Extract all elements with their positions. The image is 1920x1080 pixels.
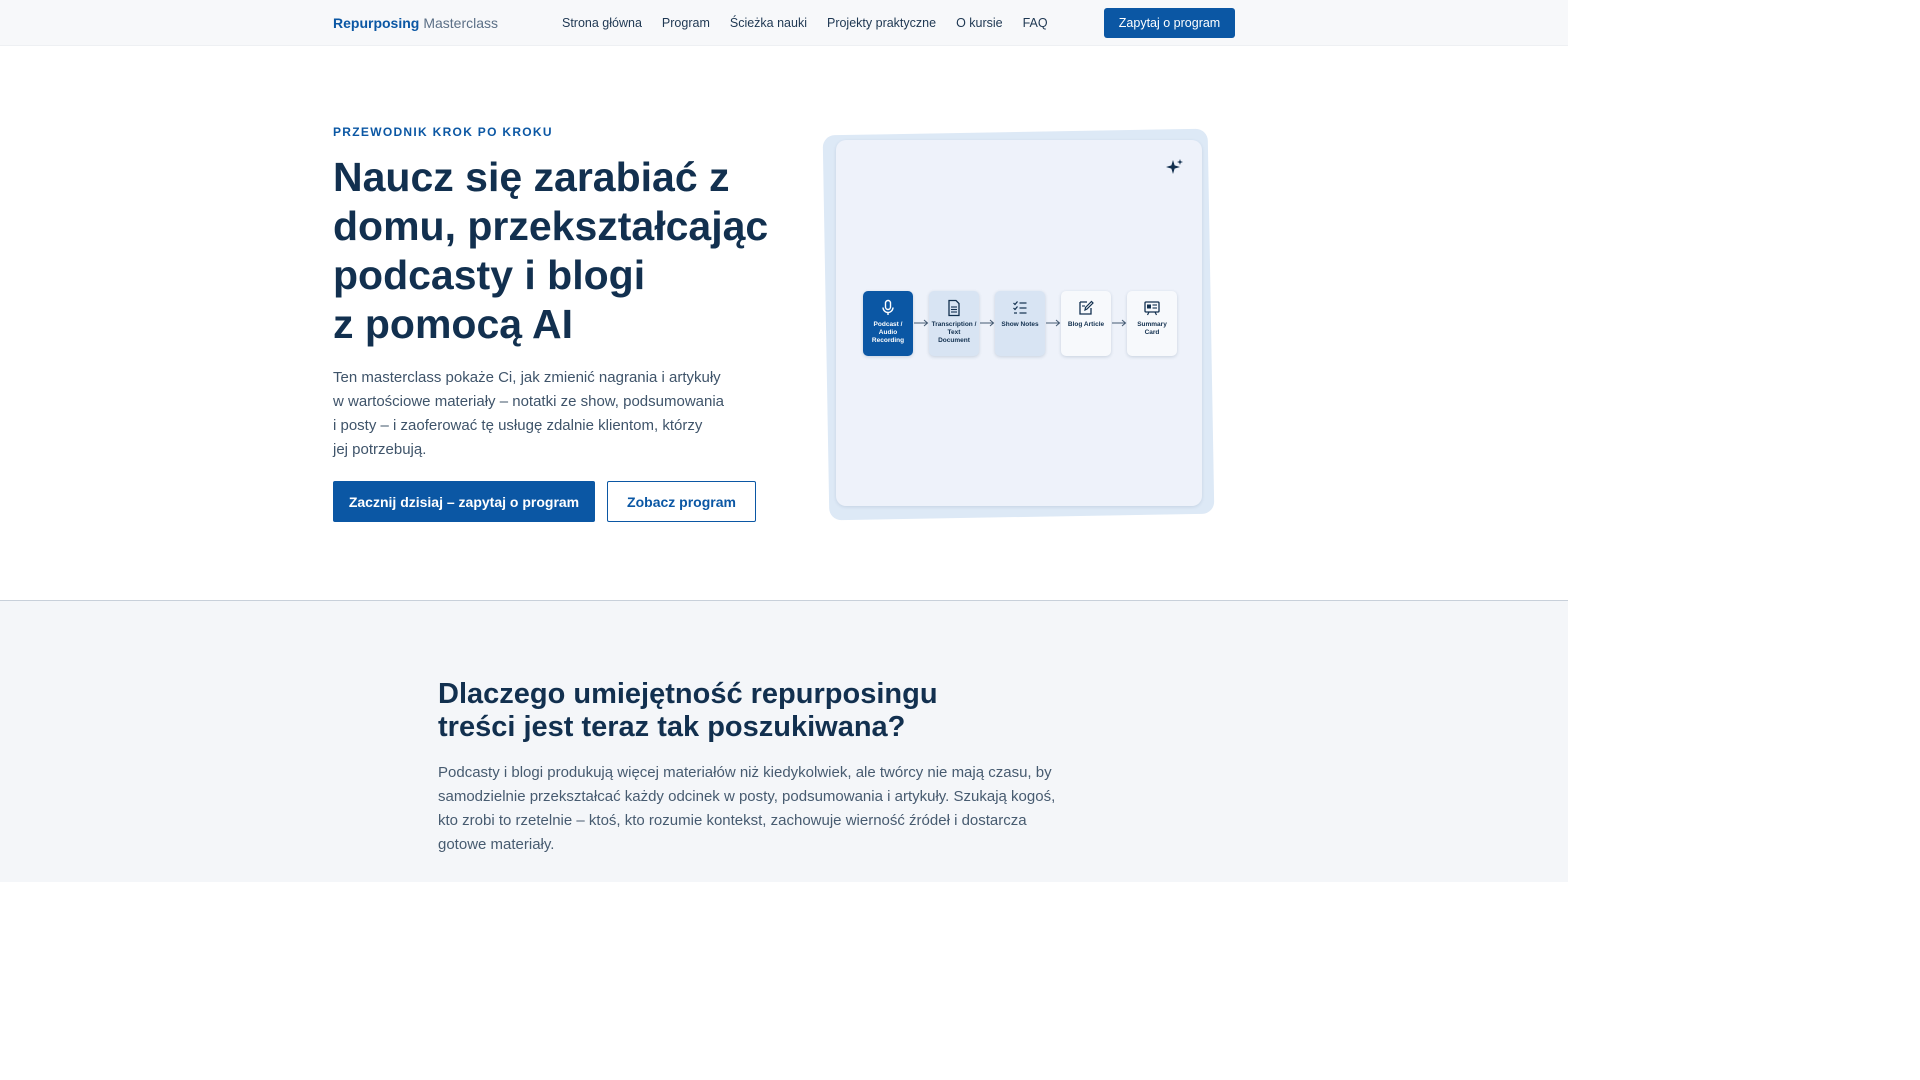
checklist-icon	[1013, 301, 1027, 314]
nav-cta-button[interactable]: Zapytaj o program	[1104, 8, 1235, 38]
nav-link-learning-path[interactable]: Ścieżka nauki	[730, 16, 807, 30]
nav-link-faq[interactable]: FAQ	[1023, 16, 1048, 30]
hero-description-line: w wartościowe materiały – notatki ze sho…	[333, 393, 725, 410]
brand-name-strong: Repurposing	[333, 15, 420, 31]
workflow-step-blog-article: Blog Article	[1061, 291, 1111, 356]
brand-logo[interactable]: Repurposing Masterclass	[333, 15, 498, 31]
hero-description: Ten masterclass pokaże Ci, jak zmienić n…	[333, 366, 753, 462]
hero-description-line: i posty – i zaoferować tę usługę zdalnie…	[333, 417, 703, 434]
top-navbar: Repurposing Masterclass Strona główna Pro…	[0, 0, 1568, 46]
workflow-step-label: Podcast / Audio Recording	[871, 321, 905, 344]
hero-eyebrow: PRZEWODNIK KROK PO KROKU	[333, 125, 553, 139]
card-icon	[1144, 301, 1160, 316]
why-title-line: treści jest teraz tak poszukiwana?	[438, 711, 906, 743]
nav-link-program[interactable]: Program	[662, 16, 710, 30]
hero-title: Naucz się zarabiać z domu, przekształcaj…	[333, 153, 803, 349]
brand-name-light: Masterclass	[423, 15, 499, 31]
workflow-step-label: Transcription / Text Document	[931, 321, 977, 344]
workflow-step-summary-card: Summary Card	[1127, 291, 1177, 356]
why-section-description: Podcasty i blogi produkują więcej materi…	[438, 761, 1098, 857]
workflow-step-show-notes: Show Notes	[995, 291, 1045, 356]
hero-description-line: jej potrzebują.	[333, 441, 427, 458]
document-icon	[948, 299, 960, 317]
microphone-icon	[882, 299, 894, 315]
why-description-line: Podcasty i blogi produkują więcej materi…	[438, 764, 1052, 781]
hero-title-line: domu, przekształcając	[333, 203, 769, 249]
why-title-line: Dlaczego umiejętność repurposingu	[438, 678, 938, 710]
see-program-button[interactable]: Zobacz program	[607, 481, 756, 522]
arrow-right-icon	[980, 319, 995, 327]
hero-title-line: z pomocą AI	[333, 301, 573, 347]
why-description-line: kto zrobi to rzetelnie – ktoś, kto rozum…	[438, 812, 1027, 829]
why-description-line: samodzielnie przekształcać każdy odcinek…	[438, 788, 1056, 805]
nav-link-about[interactable]: O kursie	[956, 16, 1003, 30]
sparkle-icon	[1166, 159, 1183, 174]
edit-icon	[1079, 300, 1094, 315]
why-description-line: gotowe materiały.	[438, 836, 555, 853]
nav-link-projects[interactable]: Projekty praktyczne	[827, 16, 936, 30]
workflow-step-label: Show Notes	[1001, 321, 1039, 328]
arrow-right-icon	[914, 319, 929, 327]
workflow-step-podcast: Podcast / Audio Recording	[863, 291, 913, 356]
nav-links: Strona główna Program Ścieżka nauki Proj…	[562, 16, 1048, 30]
nav-link-home[interactable]: Strona główna	[562, 16, 642, 30]
workflow-diagram: Podcast / Audio Recording Transcription …	[863, 291, 1183, 357]
start-today-button[interactable]: Zacznij dzisiaj – zapytaj o program	[333, 481, 595, 522]
hero-description-line: Ten masterclass pokaże Ci, jak zmienić n…	[333, 369, 721, 386]
why-section-title: Dlaczego umiejętność repurposingu treści…	[438, 678, 1038, 744]
arrow-right-icon	[1046, 319, 1061, 327]
hero-title-line: Naucz się zarabiać z	[333, 154, 730, 200]
hero-title-line: podcasty i blogi	[333, 252, 646, 298]
workflow-step-label: Blog Article	[1067, 321, 1105, 328]
arrow-right-icon	[1112, 319, 1127, 327]
workflow-step-transcription: Transcription / Text Document	[929, 291, 979, 356]
workflow-step-label: Summary Card	[1137, 321, 1167, 336]
